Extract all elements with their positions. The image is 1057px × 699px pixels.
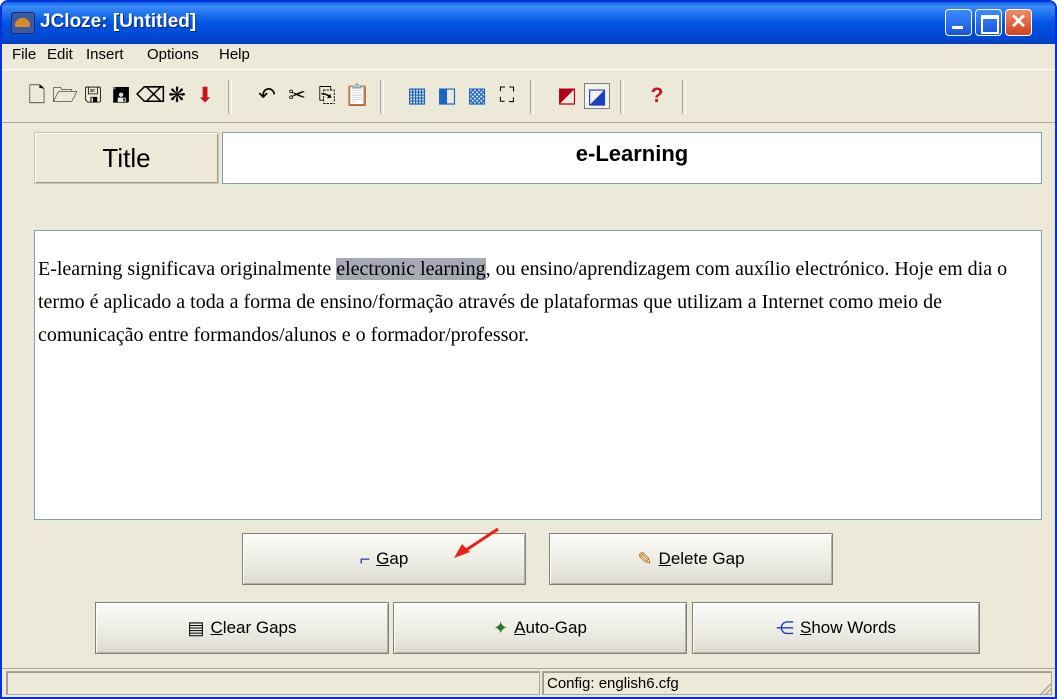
cloze-text-area[interactable]: E-learning significava originalmente ele… (34, 230, 1042, 520)
auto-gap-button[interactable]: ✦ Auto-Gap (393, 602, 687, 654)
toolbar-separator (682, 80, 686, 114)
title-label: Title (34, 132, 219, 184)
toolbar: 🗋 🗁 🖫 🖪 ⌫ ❋ ⬇ ↶ ✂ ⎘ 📋 ▦ ◧ ▩ ⛶ ◩ ◪ ? (2, 69, 1055, 123)
show-words-icon: ⋲ (775, 617, 794, 638)
menu-help[interactable]: Help (219, 46, 250, 63)
text-before: E-learning significava originalmente (38, 258, 337, 280)
delete-gap-icon: ✎ (637, 548, 653, 569)
export-icon[interactable]: ▩ (464, 83, 490, 109)
save-icon[interactable]: 🖫 (80, 83, 106, 109)
toolbar-separator (530, 80, 534, 114)
minimize-icon (946, 10, 971, 35)
create-web-page-icon[interactable]: ▦ (404, 83, 430, 109)
close-icon: ✕ (1010, 11, 1027, 33)
config-icon[interactable]: ◩ (554, 83, 580, 109)
clear-gaps-mnemonic: C (210, 618, 223, 637)
app-window: JCloze: [Untitled] ✕ File Edit Insert Op… (0, 0, 1057, 699)
title-input[interactable]: e-Learning (222, 132, 1042, 184)
copy-icon[interactable]: ⎘ (314, 83, 340, 109)
paste-icon[interactable]: 📋 (344, 83, 370, 109)
config-status: Config: english6.cfg (547, 675, 679, 692)
help-icon[interactable]: ? (644, 83, 670, 109)
insert-arrow-icon[interactable]: ⬇ (192, 83, 218, 109)
menu-edit[interactable]: Edit (47, 46, 73, 63)
save-as-icon[interactable]: 🖪 (108, 83, 134, 109)
title-bar[interactable]: JCloze: [Untitled] ✕ (2, 2, 1055, 44)
new-file-icon[interactable]: 🗋 (24, 83, 50, 109)
delete-gap-label: elete Gap (670, 549, 745, 568)
show-words-button[interactable]: ⋲ Show Words (692, 602, 980, 654)
toolbar-separator (620, 80, 624, 114)
auto-gap-icon: ✦ (493, 617, 509, 638)
resize-grip-icon[interactable] (1035, 678, 1053, 696)
auto-gap-mnemonic: A (514, 618, 526, 637)
clear-gaps-icon: ▤ (187, 617, 205, 638)
minimize-button[interactable] (945, 9, 972, 36)
status-bar: Config: english6.cfg (2, 668, 1055, 697)
jcloze-app-icon[interactable] (11, 12, 35, 34)
menu-insert[interactable]: Insert (86, 46, 124, 63)
toolbar-separator (228, 80, 232, 114)
open-folder-icon[interactable]: 🗁 (52, 83, 78, 109)
close-button[interactable]: ✕ (1005, 9, 1032, 36)
web-export-icon[interactable]: ❋ (164, 83, 190, 109)
maximize-icon (976, 10, 1001, 35)
status-panel-config: Config: english6.cfg (542, 671, 1052, 695)
clear-gaps-button[interactable]: ▤ Clear Gaps (95, 602, 389, 654)
toolbar-separator (380, 80, 384, 114)
cloze-text: E-learning significava originalmente ele… (38, 253, 1038, 352)
gap-label: ap (389, 549, 409, 568)
show-words-label: how Words (811, 618, 897, 637)
title-value: e-Learning (575, 141, 689, 166)
maximize-button[interactable] (975, 9, 1002, 36)
pressed-toggle-icon[interactable]: ◪ (584, 83, 610, 109)
gap-icon: ⌐ (359, 548, 371, 569)
status-panel-left (6, 671, 540, 695)
gap-mnemonic: G (376, 549, 390, 568)
auto-gap-label: uto-Gap (525, 618, 587, 637)
clear-gaps-label: lear Gaps (222, 618, 297, 637)
menu-bar: File Edit Insert Options Help (2, 44, 1055, 68)
delete-gap-button[interactable]: ✎ Delete Gap (549, 533, 833, 585)
cut-icon[interactable]: ✂ (284, 83, 310, 109)
window-title: JCloze: [Untitled] (40, 11, 197, 32)
menu-options[interactable]: Options (147, 46, 199, 63)
delete-gap-mnemonic: D (658, 549, 671, 568)
eraser-icon[interactable]: ⌫ (136, 83, 166, 109)
menu-file[interactable]: File (12, 46, 36, 63)
jump-icon[interactable]: ⛶ (494, 83, 520, 109)
undo-icon[interactable]: ↶ (254, 83, 280, 109)
show-words-mnemonic: S (799, 618, 812, 637)
create-drag-drop-icon[interactable]: ◧ (434, 83, 460, 109)
selected-text: electronic learning (336, 258, 486, 280)
annotation-arrow-icon (454, 527, 499, 558)
